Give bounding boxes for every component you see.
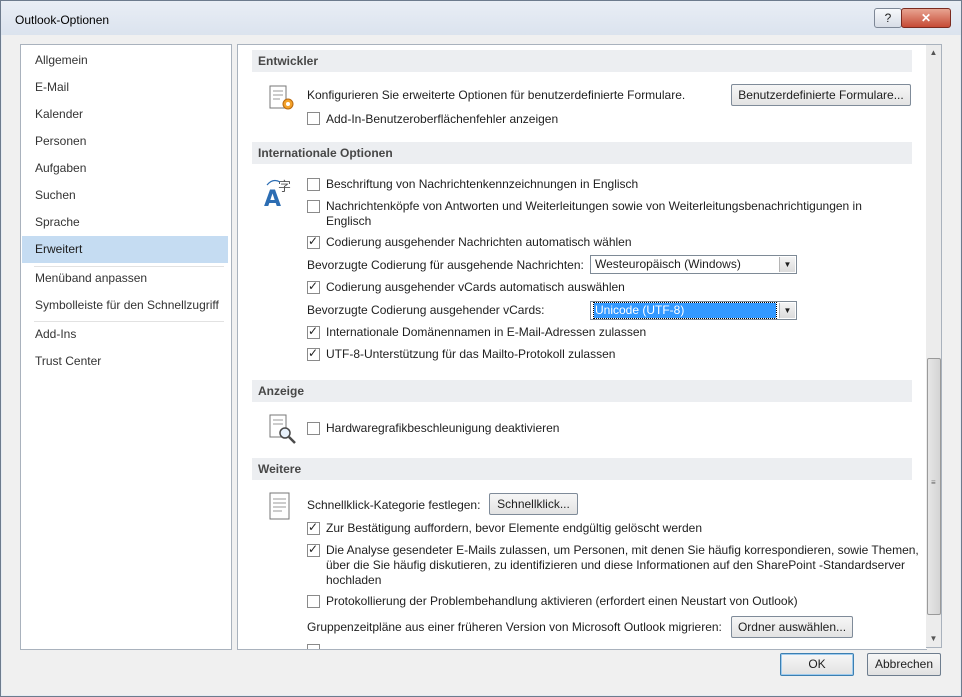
nav-item-sprache[interactable]: Sprache bbox=[22, 209, 228, 236]
utf8-mailto-checkbox[interactable] bbox=[307, 346, 320, 361]
nav-item-email[interactable]: E-Mail bbox=[22, 74, 228, 101]
addin-errors-label: Add-In-Benutzeroberflächenfehler anzeige… bbox=[326, 112, 559, 126]
preferred-encoding-value: Westeuropäisch (Windows) bbox=[595, 257, 741, 271]
scroll-down-icon[interactable]: ▼ bbox=[926, 631, 941, 647]
quickclick-button[interactable]: Schnellklick... bbox=[489, 493, 578, 515]
auto-encoding-label: Codierung ausgehender Nachrichten automa… bbox=[326, 235, 632, 249]
title-bar: Outlook-Optionen ? ✕ bbox=[1, 1, 961, 35]
options-content: Entwickler Konfigurieren Sie erweiterte … bbox=[237, 44, 927, 650]
vcard-encoding-value: Unicode (UTF-8) bbox=[593, 302, 777, 319]
nav-item-allgemein[interactable]: Allgemein bbox=[22, 47, 228, 74]
analysis-label-line3: hochladen bbox=[326, 573, 382, 587]
scrollbar-thumb[interactable]: ≡ bbox=[927, 358, 941, 615]
chevron-down-icon[interactable]: ▼ bbox=[779, 303, 795, 318]
nav-item-kalender[interactable]: Kalender bbox=[22, 101, 228, 128]
nav-item-suchen[interactable]: Suchen bbox=[22, 182, 228, 209]
logging-label: Protokollierung der Problembehandlung ak… bbox=[326, 594, 798, 608]
analysis-label-line1: Die Analyse gesendeter E-Mails zulassen,… bbox=[326, 543, 919, 557]
auto-encoding-checkbox[interactable] bbox=[307, 234, 320, 249]
forms-description: Konfigurieren Sie erweiterte Optionen fü… bbox=[307, 88, 686, 102]
headers-english-label-line2: Englisch bbox=[326, 214, 372, 228]
nav-item-addins[interactable]: Add-Ins bbox=[22, 321, 228, 348]
scroll-up-icon[interactable]: ▲ bbox=[926, 45, 941, 61]
confirm-delete-label: Zur Bestätigung auffordern, bevor Elemen… bbox=[326, 521, 703, 535]
logging-checkbox[interactable] bbox=[307, 595, 320, 608]
help-button[interactable]: ? bbox=[874, 8, 902, 28]
svg-text:字: 字 bbox=[278, 180, 291, 195]
headers-english-checkbox[interactable] bbox=[307, 200, 320, 213]
hw-accel-label: Hardwaregrafikbeschleunigung deaktiviere… bbox=[326, 421, 560, 435]
vcard-encoding-select[interactable]: Unicode (UTF-8) ▼ bbox=[590, 301, 797, 320]
select-folder-button[interactable]: Ordner auswählen... bbox=[731, 616, 853, 638]
partial-checkbox[interactable] bbox=[307, 644, 320, 649]
nav-item-erweitert[interactable]: Erweitert bbox=[22, 236, 228, 263]
section-heading-entwickler: Entwickler bbox=[252, 50, 912, 72]
forms-gear-icon bbox=[268, 83, 298, 116]
section-heading-international: Internationale Optionen bbox=[252, 142, 912, 164]
headers-english-label-line1: Nachrichtenköpfe von Antworten und Weite… bbox=[326, 199, 862, 213]
vcard-encoding-label: Bevorzugte Codierung ausgehender vCards: bbox=[307, 303, 545, 317]
preferred-encoding-label: Bevorzugte Codierung für ausgehende Nach… bbox=[307, 258, 584, 272]
quickclick-label: Schnellklick-Kategorie festlegen: bbox=[307, 498, 481, 512]
hw-accel-checkbox[interactable] bbox=[307, 422, 320, 435]
migrate-label: Gruppenzeitpläne aus einer früheren Vers… bbox=[307, 620, 722, 634]
utf8-mailto-label: UTF-8-Unterstützung für das Mailto-Proto… bbox=[326, 347, 616, 361]
language-icon: A 字 bbox=[263, 176, 299, 213]
custom-forms-button[interactable]: Benutzerdefinierte Formulare... bbox=[731, 84, 911, 106]
grip-icon: ≡ bbox=[931, 478, 936, 487]
flags-english-checkbox[interactable] bbox=[307, 178, 320, 191]
category-nav: Allgemein E-Mail Kalender Personen Aufga… bbox=[20, 44, 232, 650]
confirm-delete-checkbox[interactable] bbox=[307, 520, 320, 535]
nav-item-trust-center[interactable]: Trust Center bbox=[22, 348, 228, 375]
document-list-icon bbox=[268, 491, 294, 526]
close-button[interactable]: ✕ bbox=[901, 8, 951, 28]
idn-checkbox[interactable] bbox=[307, 324, 320, 339]
options-dialog: Outlook-Optionen ? ✕ Allgemein E-Mail Ka… bbox=[0, 0, 962, 697]
nav-item-personen[interactable]: Personen bbox=[22, 128, 228, 155]
idn-label: Internationale Domänennamen in E-Mail-Ad… bbox=[326, 325, 647, 339]
flags-english-label: Beschriftung von Nachrichtenkennzeichnun… bbox=[326, 177, 639, 191]
section-heading-anzeige: Anzeige bbox=[252, 380, 912, 402]
section-heading-weitere: Weitere bbox=[252, 458, 912, 480]
magnifier-document-icon bbox=[268, 413, 298, 448]
cancel-button[interactable]: Abbrechen bbox=[867, 653, 941, 676]
chevron-down-icon[interactable]: ▼ bbox=[779, 257, 795, 272]
addin-errors-checkbox[interactable] bbox=[307, 112, 320, 125]
auto-vcard-checkbox[interactable] bbox=[307, 279, 320, 294]
analysis-checkbox[interactable] bbox=[307, 542, 320, 557]
nav-item-menueband[interactable]: Menüband anpassen bbox=[22, 265, 228, 292]
nav-item-aufgaben[interactable]: Aufgaben bbox=[22, 155, 228, 182]
analysis-label-line2: über die Sie häufig diskutieren, zu iden… bbox=[326, 558, 906, 572]
auto-vcard-label: Codierung ausgehender vCards automatisch… bbox=[326, 280, 625, 294]
vertical-scrollbar[interactable]: ▲ ≡ ▼ bbox=[926, 44, 942, 648]
window-title: Outlook-Optionen bbox=[15, 13, 110, 27]
preferred-encoding-select[interactable]: Westeuropäisch (Windows) ▼ bbox=[590, 255, 797, 274]
nav-item-schnellzugriff[interactable]: Symbolleiste für den Schnellzugriff bbox=[22, 292, 228, 319]
ok-button[interactable]: OK bbox=[780, 653, 854, 676]
